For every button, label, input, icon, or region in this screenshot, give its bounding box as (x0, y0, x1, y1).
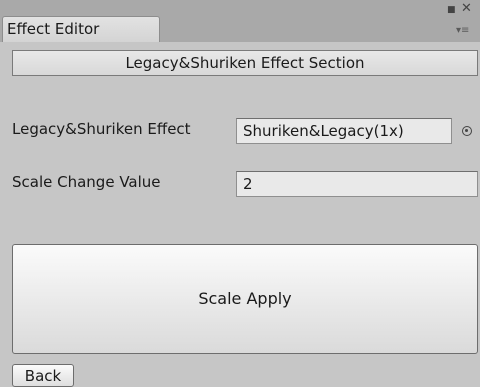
tab-effect-editor[interactable]: Effect Editor (2, 16, 160, 42)
effect-object-field[interactable]: Shuriken&Legacy(1x) (236, 118, 452, 144)
object-picker-icon[interactable] (462, 126, 472, 136)
section-header: Legacy&Shuriken Effect Section (12, 50, 478, 76)
window-titlebar: Effect Editor ■ ✕ ▾≡ (0, 0, 480, 42)
maximize-icon[interactable]: ■ (447, 4, 456, 17)
effect-field-label: Legacy&Shuriken Effect (12, 120, 191, 138)
scale-value-input[interactable]: 2 (236, 171, 478, 197)
back-button[interactable]: Back (12, 364, 74, 387)
scale-field-label: Scale Change Value (12, 173, 161, 191)
scale-apply-button[interactable]: Scale Apply (12, 244, 478, 354)
close-icon[interactable]: ✕ (461, 2, 472, 15)
tab-menu-icon[interactable]: ▾≡ (456, 24, 469, 37)
